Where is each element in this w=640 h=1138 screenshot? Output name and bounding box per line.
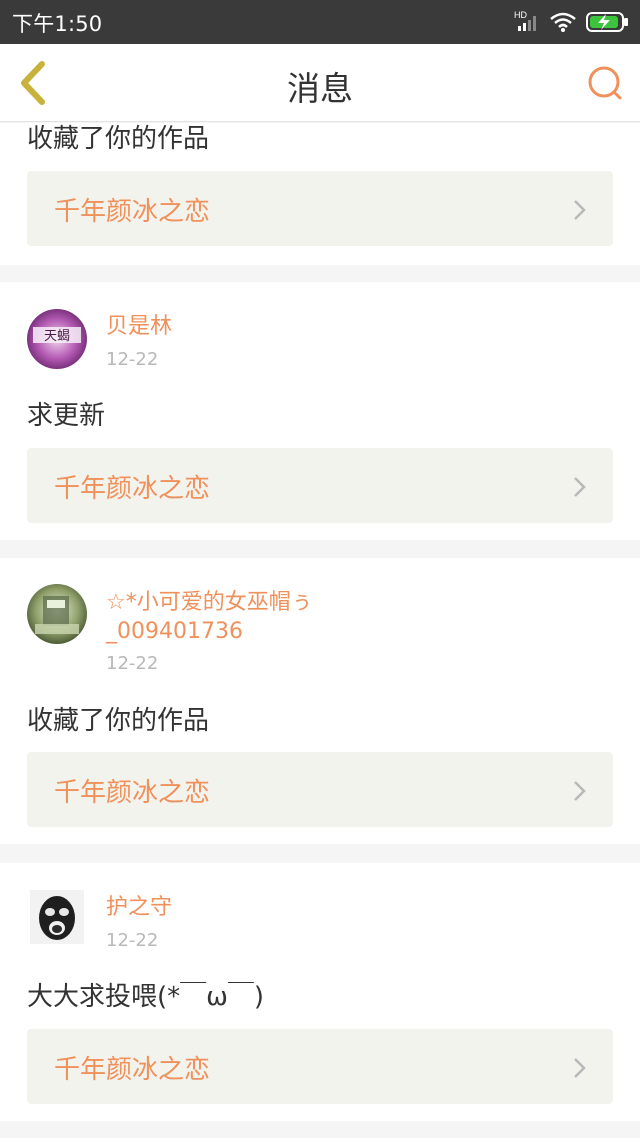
- message-text: 求更新: [27, 401, 106, 431]
- message-text: 大大求投喂(*￣ω￣): [27, 982, 265, 1012]
- work-link[interactable]: 千年颜冰之恋: [27, 171, 613, 246]
- message-date: 12-22: [106, 930, 159, 951]
- message-date: 12-22: [106, 653, 159, 674]
- username[interactable]: 护之守: [106, 893, 172, 922]
- list-item: 天蝎 贝是林 12-22 求更新 千年颜冰之恋: [0, 282, 640, 540]
- list-item: 收藏了你的作品 千年颜冰之恋: [0, 123, 640, 265]
- avatar[interactable]: 天蝎: [27, 309, 87, 369]
- search-icon[interactable]: [586, 64, 624, 102]
- work-link[interactable]: 千年颜冰之恋: [27, 1029, 613, 1104]
- list-item: 护之守 12-22 大大求投喂(*￣ω￣) 千年颜冰之恋: [0, 863, 640, 1121]
- username[interactable]: ☆*小可爱的女巫帽ぅ _009401736: [106, 588, 313, 646]
- avatar-text: 天蝎: [44, 329, 70, 344]
- work-link[interactable]: 千年颜冰之恋: [27, 752, 613, 827]
- message-date: 12-22: [106, 349, 159, 370]
- network-label: HD: [514, 10, 527, 20]
- list-item: ☆*小可爱的女巫帽ぅ _009401736 12-22 收藏了你的作品 千年颜冰…: [0, 558, 640, 844]
- username-line-2: _009401736: [106, 619, 243, 644]
- battery-charging-icon: [586, 12, 628, 32]
- chevron-right-icon: [574, 781, 586, 801]
- message-text: 收藏了你的作品: [27, 124, 210, 154]
- wifi-icon: [550, 12, 576, 32]
- work-title: 千年颜冰之恋: [54, 474, 211, 504]
- username[interactable]: 贝是林: [106, 312, 172, 341]
- avatar[interactable]: [30, 890, 84, 944]
- signal-icon: HD: [514, 10, 536, 31]
- work-title: 千年颜冰之恋: [54, 1055, 211, 1085]
- work-title: 千年颜冰之恋: [54, 197, 211, 227]
- chevron-right-icon: [574, 200, 586, 220]
- avatar[interactable]: [27, 584, 87, 644]
- message-text: 收藏了你的作品: [27, 706, 210, 736]
- chevron-right-icon: [574, 1058, 586, 1078]
- status-bar: 下午1:50 HD: [0, 0, 640, 44]
- app-header: 消息: [0, 44, 640, 122]
- work-title: 千年颜冰之恋: [54, 778, 211, 808]
- chevron-right-icon: [574, 477, 586, 497]
- work-link[interactable]: 千年颜冰之恋: [27, 448, 613, 523]
- username-line-1: ☆*小可爱的女巫帽ぅ: [106, 590, 313, 615]
- message-list: 收藏了你的作品 千年颜冰之恋 天蝎 贝是林 12-22 求更新 千年颜冰之恋 ☆…: [0, 123, 640, 1138]
- status-time: 下午1:50: [12, 12, 103, 36]
- page-title: 消息: [287, 69, 353, 108]
